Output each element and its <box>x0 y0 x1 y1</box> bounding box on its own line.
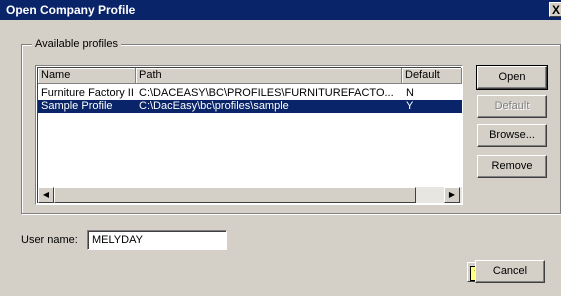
user-name-label: User name: <box>21 234 78 246</box>
horizontal-scrollbar[interactable]: ◀ ▶ <box>38 187 462 203</box>
column-header-name[interactable]: Name <box>38 68 136 84</box>
cancel-button[interactable]: Cancel <box>475 260 545 283</box>
scroll-right-icon[interactable]: ▶ <box>444 187 460 203</box>
profile-name: Sample Profile <box>41 100 113 112</box>
close-icon[interactable]: X <box>549 2 561 17</box>
open-button[interactable]: Open <box>476 65 548 90</box>
scroll-left-icon[interactable]: ◀ <box>38 187 54 203</box>
column-header-path[interactable]: Path <box>136 68 402 84</box>
profile-default: N <box>406 87 414 99</box>
default-button[interactable]: Default <box>477 95 547 118</box>
scroll-thumb[interactable] <box>54 187 416 203</box>
group-label: Available profiles <box>32 38 121 50</box>
list-item-selected[interactable]: Sample Profile C:\DacEasy\bc\profiles\sa… <box>38 100 462 113</box>
remove-button[interactable]: Remove <box>477 155 547 178</box>
profile-path: C:\DACEASY\BC\PROFILES\FURNITUREFACTO... <box>139 87 394 99</box>
profile-name: Furniture Factory II <box>41 87 134 99</box>
list-item[interactable]: Furniture Factory II C:\DACEASY\BC\PROFI… <box>38 87 462 100</box>
profiles-listview[interactable]: Name Path Default Furniture Factory II C… <box>35 65 463 205</box>
profile-path: C:\DacEasy\bc\profiles\sample <box>139 100 289 112</box>
browse-button[interactable]: Browse... <box>477 124 547 147</box>
window-title: Open Company Profile <box>6 3 136 17</box>
user-name-input[interactable]: MELYDAY <box>87 230 227 250</box>
profile-default: Y <box>406 100 414 112</box>
title-bar: Open Company Profile X <box>0 0 561 20</box>
column-header-default[interactable]: Default <box>402 68 462 84</box>
